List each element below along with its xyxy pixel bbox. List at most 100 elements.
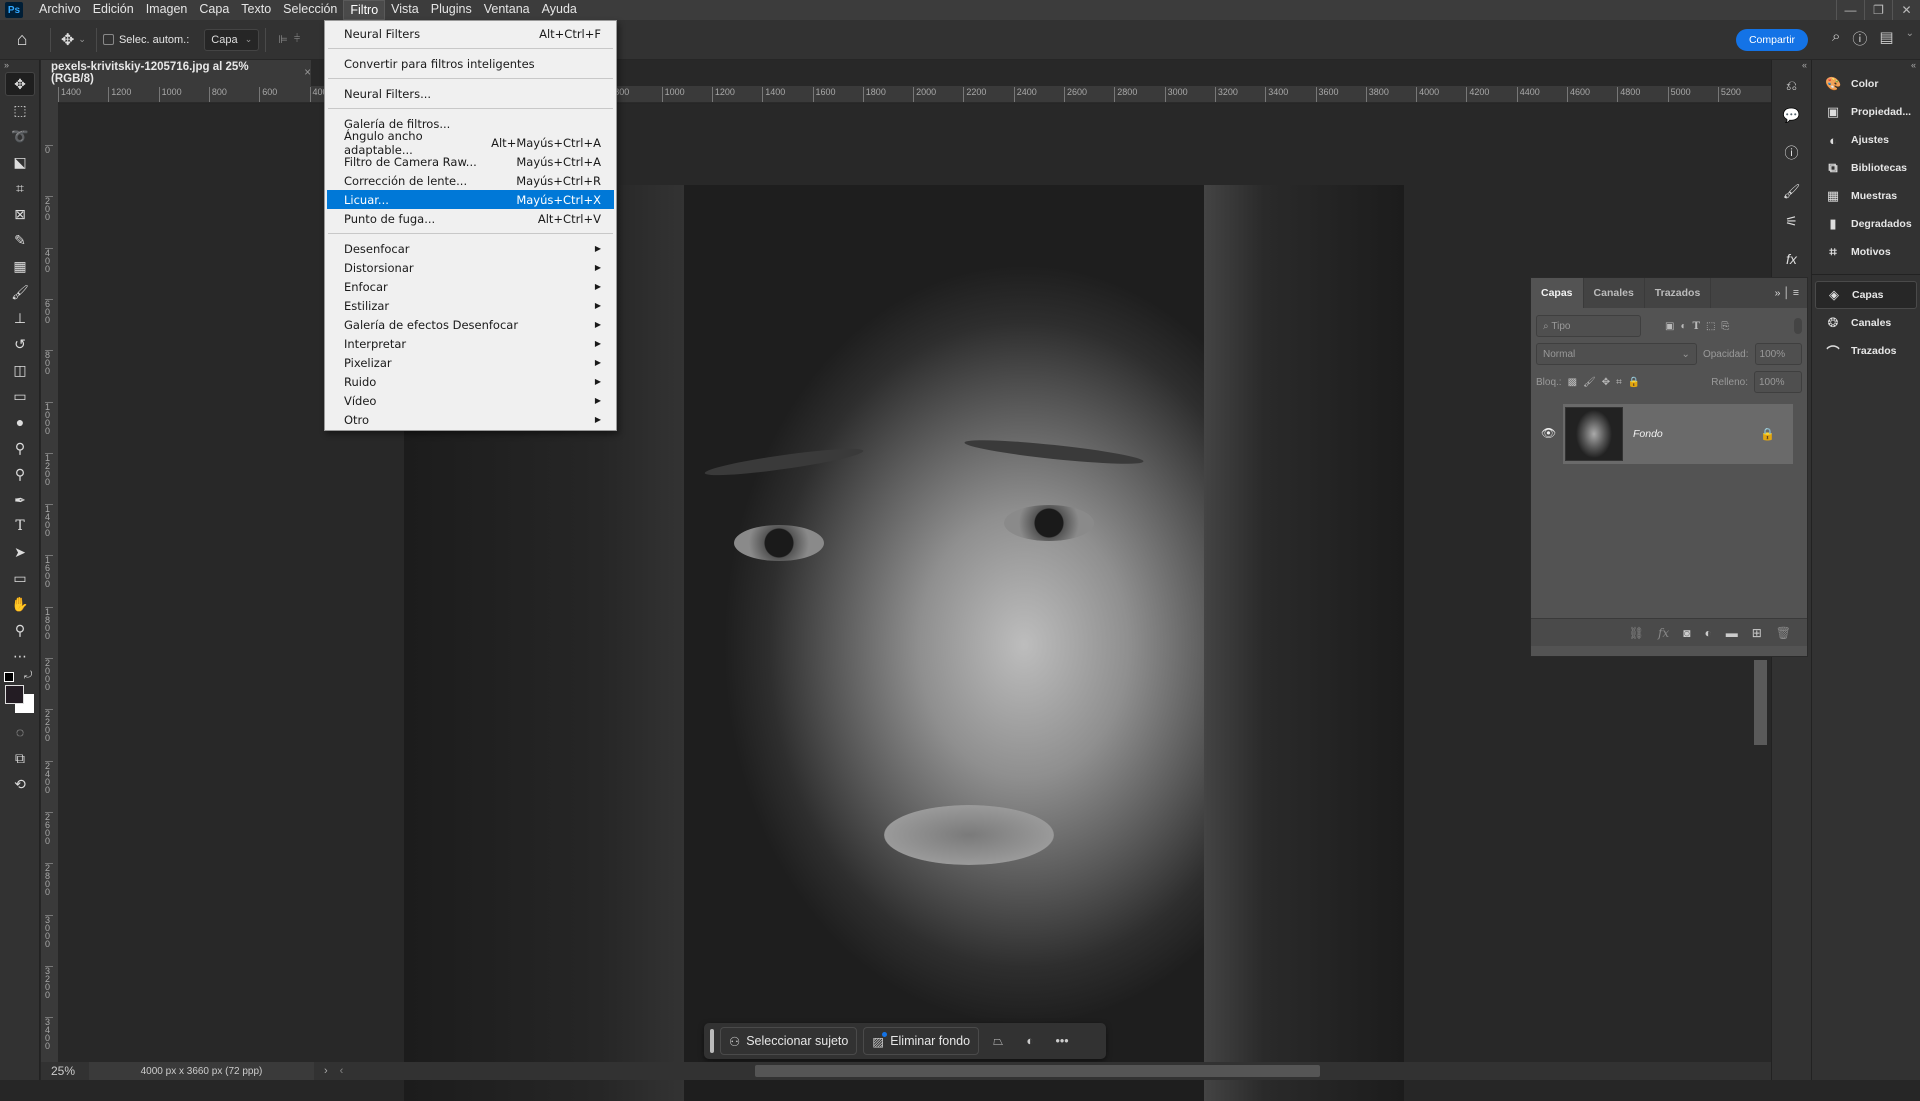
filter-type-icon[interactable]: T bbox=[1693, 321, 1700, 332]
menu-ventana[interactable]: Ventana bbox=[478, 0, 536, 20]
menu-item-galeria-de-efectos-desenfocar[interactable]: Galería de efectos Desenfocar ▶ bbox=[325, 315, 616, 334]
select-subject-button[interactable]: ⚇ Seleccionar sujeto bbox=[720, 1027, 858, 1055]
menu-item-filtro-de-camera-raw[interactable]: Filtro de Camera Raw... Mayús+Ctrl+A bbox=[325, 152, 616, 171]
quick-mask-button[interactable]: ◌ bbox=[5, 720, 35, 744]
menu-seleccion[interactable]: Selección bbox=[277, 0, 343, 20]
panel-button-canales[interactable]: ❂ Canales bbox=[1815, 309, 1917, 337]
add-mask-icon[interactable]: ◙ bbox=[1683, 626, 1690, 640]
document-info[interactable]: 4000 px x 3660 px (72 ppp) bbox=[89, 1062, 314, 1080]
path-selection-tool[interactable]: ➤ bbox=[5, 540, 35, 564]
panel-button-color[interactable]: 🎨 Color bbox=[1815, 70, 1917, 98]
share-button[interactable]: Compartir bbox=[1736, 29, 1808, 51]
menu-archivo[interactable]: Archivo bbox=[33, 0, 87, 20]
layer-lock-icon[interactable]: 🔒 bbox=[1760, 427, 1775, 441]
brush-tool[interactable]: 🖌 bbox=[5, 280, 35, 304]
panel-button-ajustes[interactable]: ◐ Ajustes bbox=[1815, 126, 1917, 154]
canvas[interactable] bbox=[58, 104, 1771, 1101]
visibility-eye-icon[interactable]: 👁 bbox=[1541, 426, 1556, 440]
rectangle-tool[interactable]: ▭ bbox=[5, 566, 35, 590]
panel-button-trazados[interactable]: ⌒ Trazados bbox=[1815, 337, 1917, 365]
move-tool[interactable]: ✥ bbox=[5, 72, 35, 96]
foreground-color-swatch[interactable] bbox=[5, 685, 24, 704]
frame-tool[interactable]: ⊠ bbox=[5, 202, 35, 226]
history-icon[interactable]: ⎌ bbox=[1772, 70, 1811, 100]
blur-tool[interactable]: ● bbox=[5, 410, 35, 434]
sponge-tool[interactable]: ⚲ bbox=[5, 462, 35, 486]
chevron-down-icon[interactable]: ⌄ bbox=[78, 34, 86, 45]
styles-icon[interactable]: fx bbox=[1772, 244, 1811, 274]
new-group-icon[interactable]: ▬ bbox=[1726, 626, 1738, 640]
gradient-tool[interactable]: ▭ bbox=[5, 384, 35, 408]
panel-button-degradados[interactable]: ▮ Degradados bbox=[1815, 210, 1917, 238]
lasso-tool[interactable]: ➰ bbox=[5, 124, 35, 148]
menu-item-ruido[interactable]: Ruido ▶ bbox=[325, 372, 616, 391]
help-icon[interactable]: ⓘ bbox=[1852, 28, 1867, 49]
delete-layer-icon[interactable]: 🗑 bbox=[1776, 626, 1791, 640]
auto-select-checkbox[interactable] bbox=[102, 34, 114, 45]
expand-toolbar-icon[interactable]: » bbox=[0, 60, 39, 70]
menu-item-punto-de-fuga[interactable]: Punto de fuga... Alt+Ctrl+V bbox=[325, 209, 616, 228]
horizontal-scrollbar[interactable] bbox=[755, 1065, 1320, 1077]
menu-plugins[interactable]: Plugins bbox=[425, 0, 478, 20]
menu-item-distorsionar[interactable]: Distorsionar ▶ bbox=[325, 258, 616, 277]
lock-position-icon[interactable]: ✥ bbox=[1602, 377, 1610, 388]
panel-button-muestras[interactable]: ▦ Muestras bbox=[1815, 182, 1917, 210]
type-tool[interactable]: T bbox=[5, 514, 35, 538]
collapse-icon[interactable]: « bbox=[1772, 60, 1811, 70]
healing-brush-tool[interactable]: ▦ bbox=[5, 254, 35, 278]
history-brush-tool[interactable]: ↺ bbox=[5, 332, 35, 356]
layer-filter-dropdown[interactable]: ⌕ Tipo bbox=[1536, 315, 1641, 337]
menu-capa[interactable]: Capa bbox=[193, 0, 235, 20]
transform-icon[interactable]: ⏢ bbox=[985, 1034, 1011, 1049]
zoom-level[interactable]: 25% bbox=[41, 1064, 89, 1078]
align-center-icon[interactable]: ⫩ bbox=[294, 33, 300, 46]
eraser-tool[interactable]: ◫ bbox=[5, 358, 35, 382]
clone-stamp-tool[interactable]: ⊥ bbox=[5, 306, 35, 330]
menu-item-interpretar[interactable]: Interpretar ▶ bbox=[325, 334, 616, 353]
default-colors-icon[interactable] bbox=[4, 672, 14, 682]
ruler-origin[interactable] bbox=[41, 86, 58, 103]
panel-menu-icon[interactable]: » │ ≡ bbox=[1775, 287, 1807, 299]
brush-settings-icon[interactable]: 🖌 bbox=[1772, 176, 1811, 206]
panel-button-bibliotecas[interactable]: ⧉ Bibliotecas bbox=[1815, 154, 1917, 182]
filter-toggle[interactable] bbox=[1794, 318, 1802, 334]
move-tool-preset-button[interactable]: ✥ bbox=[61, 30, 74, 50]
tab-channels[interactable]: Canales bbox=[1584, 278, 1645, 308]
auto-select-target-dropdown[interactable]: Capa ⌄ bbox=[204, 28, 260, 51]
menu-item-correccion-de-lente[interactable]: Corrección de lente... Mayús+Ctrl+R bbox=[325, 171, 616, 190]
menu-item-licuar[interactable]: Licuar... Mayús+Ctrl+X bbox=[327, 190, 614, 209]
menu-item-estilizar[interactable]: Estilizar ▶ bbox=[325, 296, 616, 315]
hand-tool[interactable]: ✋ bbox=[5, 592, 35, 616]
menu-filtro[interactable]: Filtro bbox=[343, 0, 386, 20]
filter-shape-icon[interactable]: ⬚ bbox=[1706, 321, 1715, 332]
menu-texto[interactable]: Texto bbox=[235, 0, 277, 20]
tab-paths[interactable]: Trazados bbox=[1645, 278, 1712, 308]
more-tools[interactable]: ⋯ bbox=[5, 644, 35, 668]
opacity-field[interactable]: 100% bbox=[1754, 343, 1802, 365]
document-tab[interactable]: pexels-krivitskiy-1205716.jpg al 25% (RG… bbox=[41, 60, 311, 86]
filter-smart-object-icon[interactable]: ⎘ bbox=[1721, 321, 1729, 332]
layer-name[interactable]: Fondo bbox=[1633, 428, 1663, 440]
filter-pixel-icon[interactable]: ▣ bbox=[1665, 321, 1674, 332]
generative-button[interactable]: ⟲ bbox=[5, 772, 35, 796]
menu-item-enfocar[interactable]: Enfocar ▶ bbox=[325, 277, 616, 296]
info-icon[interactable]: ⓘ bbox=[1772, 138, 1811, 168]
menu-ayuda[interactable]: Ayuda bbox=[536, 0, 583, 20]
close-tab-icon[interactable]: × bbox=[304, 67, 311, 79]
workspace-icon[interactable]: ▤ bbox=[1879, 28, 1893, 49]
link-layers-icon[interactable]: ⛓ bbox=[1629, 626, 1644, 640]
new-layer-icon[interactable]: ⊞ bbox=[1752, 626, 1762, 640]
tab-layers[interactable]: Capas bbox=[1531, 278, 1584, 308]
menu-imagen[interactable]: Imagen bbox=[140, 0, 194, 20]
menu-item-video[interactable]: Vídeo ▶ bbox=[325, 391, 616, 410]
layer-style-icon[interactable]: fx bbox=[1658, 626, 1669, 640]
lock-all-icon[interactable]: 🔒 bbox=[1628, 377, 1640, 388]
eyedropper-tool[interactable]: ✎ bbox=[5, 228, 35, 252]
dodge-tool[interactable]: ⚲ bbox=[5, 436, 35, 460]
drag-handle[interactable] bbox=[710, 1029, 714, 1053]
close-window-button[interactable]: ✕ bbox=[1892, 0, 1920, 20]
remove-background-button[interactable]: ▨ Eliminar fondo bbox=[863, 1027, 980, 1055]
object-selection-tool[interactable]: ⬕ bbox=[5, 150, 35, 174]
lock-transparency-icon[interactable]: ▩ bbox=[1568, 377, 1577, 388]
fill-field[interactable]: 100% bbox=[1754, 371, 1802, 393]
